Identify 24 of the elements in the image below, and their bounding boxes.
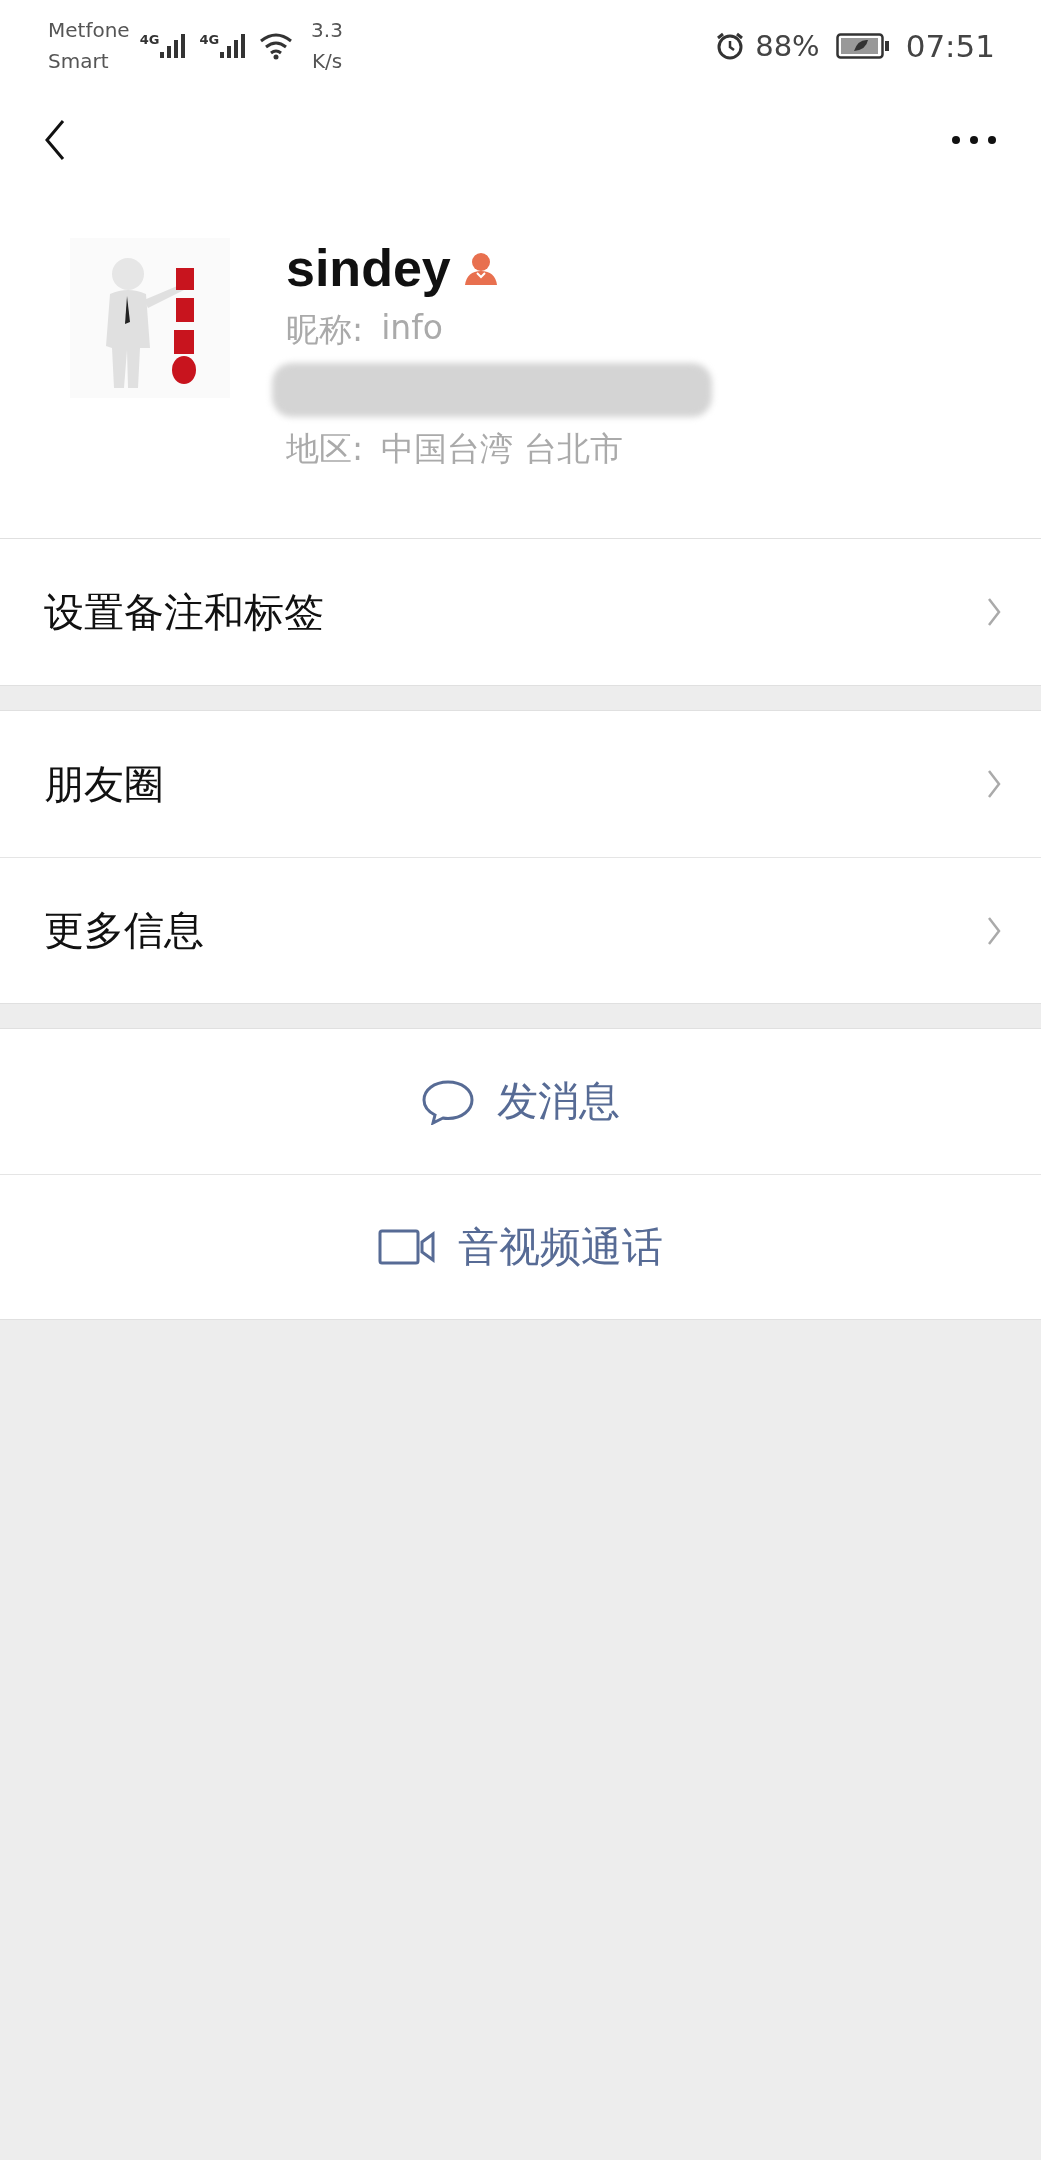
chevron-icon — [987, 915, 1001, 946]
carrier-name: Metfone Smart — [48, 17, 130, 75]
menu-item[interactable]: 设置备注和标签 — [0, 539, 1041, 685]
network-type: 4G — [139, 32, 160, 47]
nickname-label: 昵称: — [286, 309, 364, 351]
chevron-icon — [987, 769, 1001, 799]
back-icon — [44, 119, 66, 161]
menu-item[interactable]: 更多信息 — [0, 857, 1041, 1003]
region-value: 中国台湾 台北市 — [381, 428, 623, 470]
video-camera-icon — [378, 1229, 436, 1265]
clock-time: 07:51 — [905, 28, 995, 64]
network-speed: 3.3 K/s — [311, 17, 343, 75]
chat-bubble-icon — [421, 1078, 475, 1125]
contact-name: sindey — [286, 238, 451, 298]
battery-percent: 88% — [755, 29, 820, 63]
more-icon — [951, 135, 997, 145]
network-type: 4G — [199, 32, 220, 47]
menu-item[interactable]: 朋友圈 — [0, 711, 1041, 857]
alarm-icon — [715, 31, 746, 61]
region-label: 地区: — [286, 428, 364, 470]
wifi-icon — [259, 32, 294, 60]
battery-icon — [835, 33, 890, 59]
chevron-icon — [987, 597, 1001, 627]
nickname-value: info — [381, 308, 444, 349]
